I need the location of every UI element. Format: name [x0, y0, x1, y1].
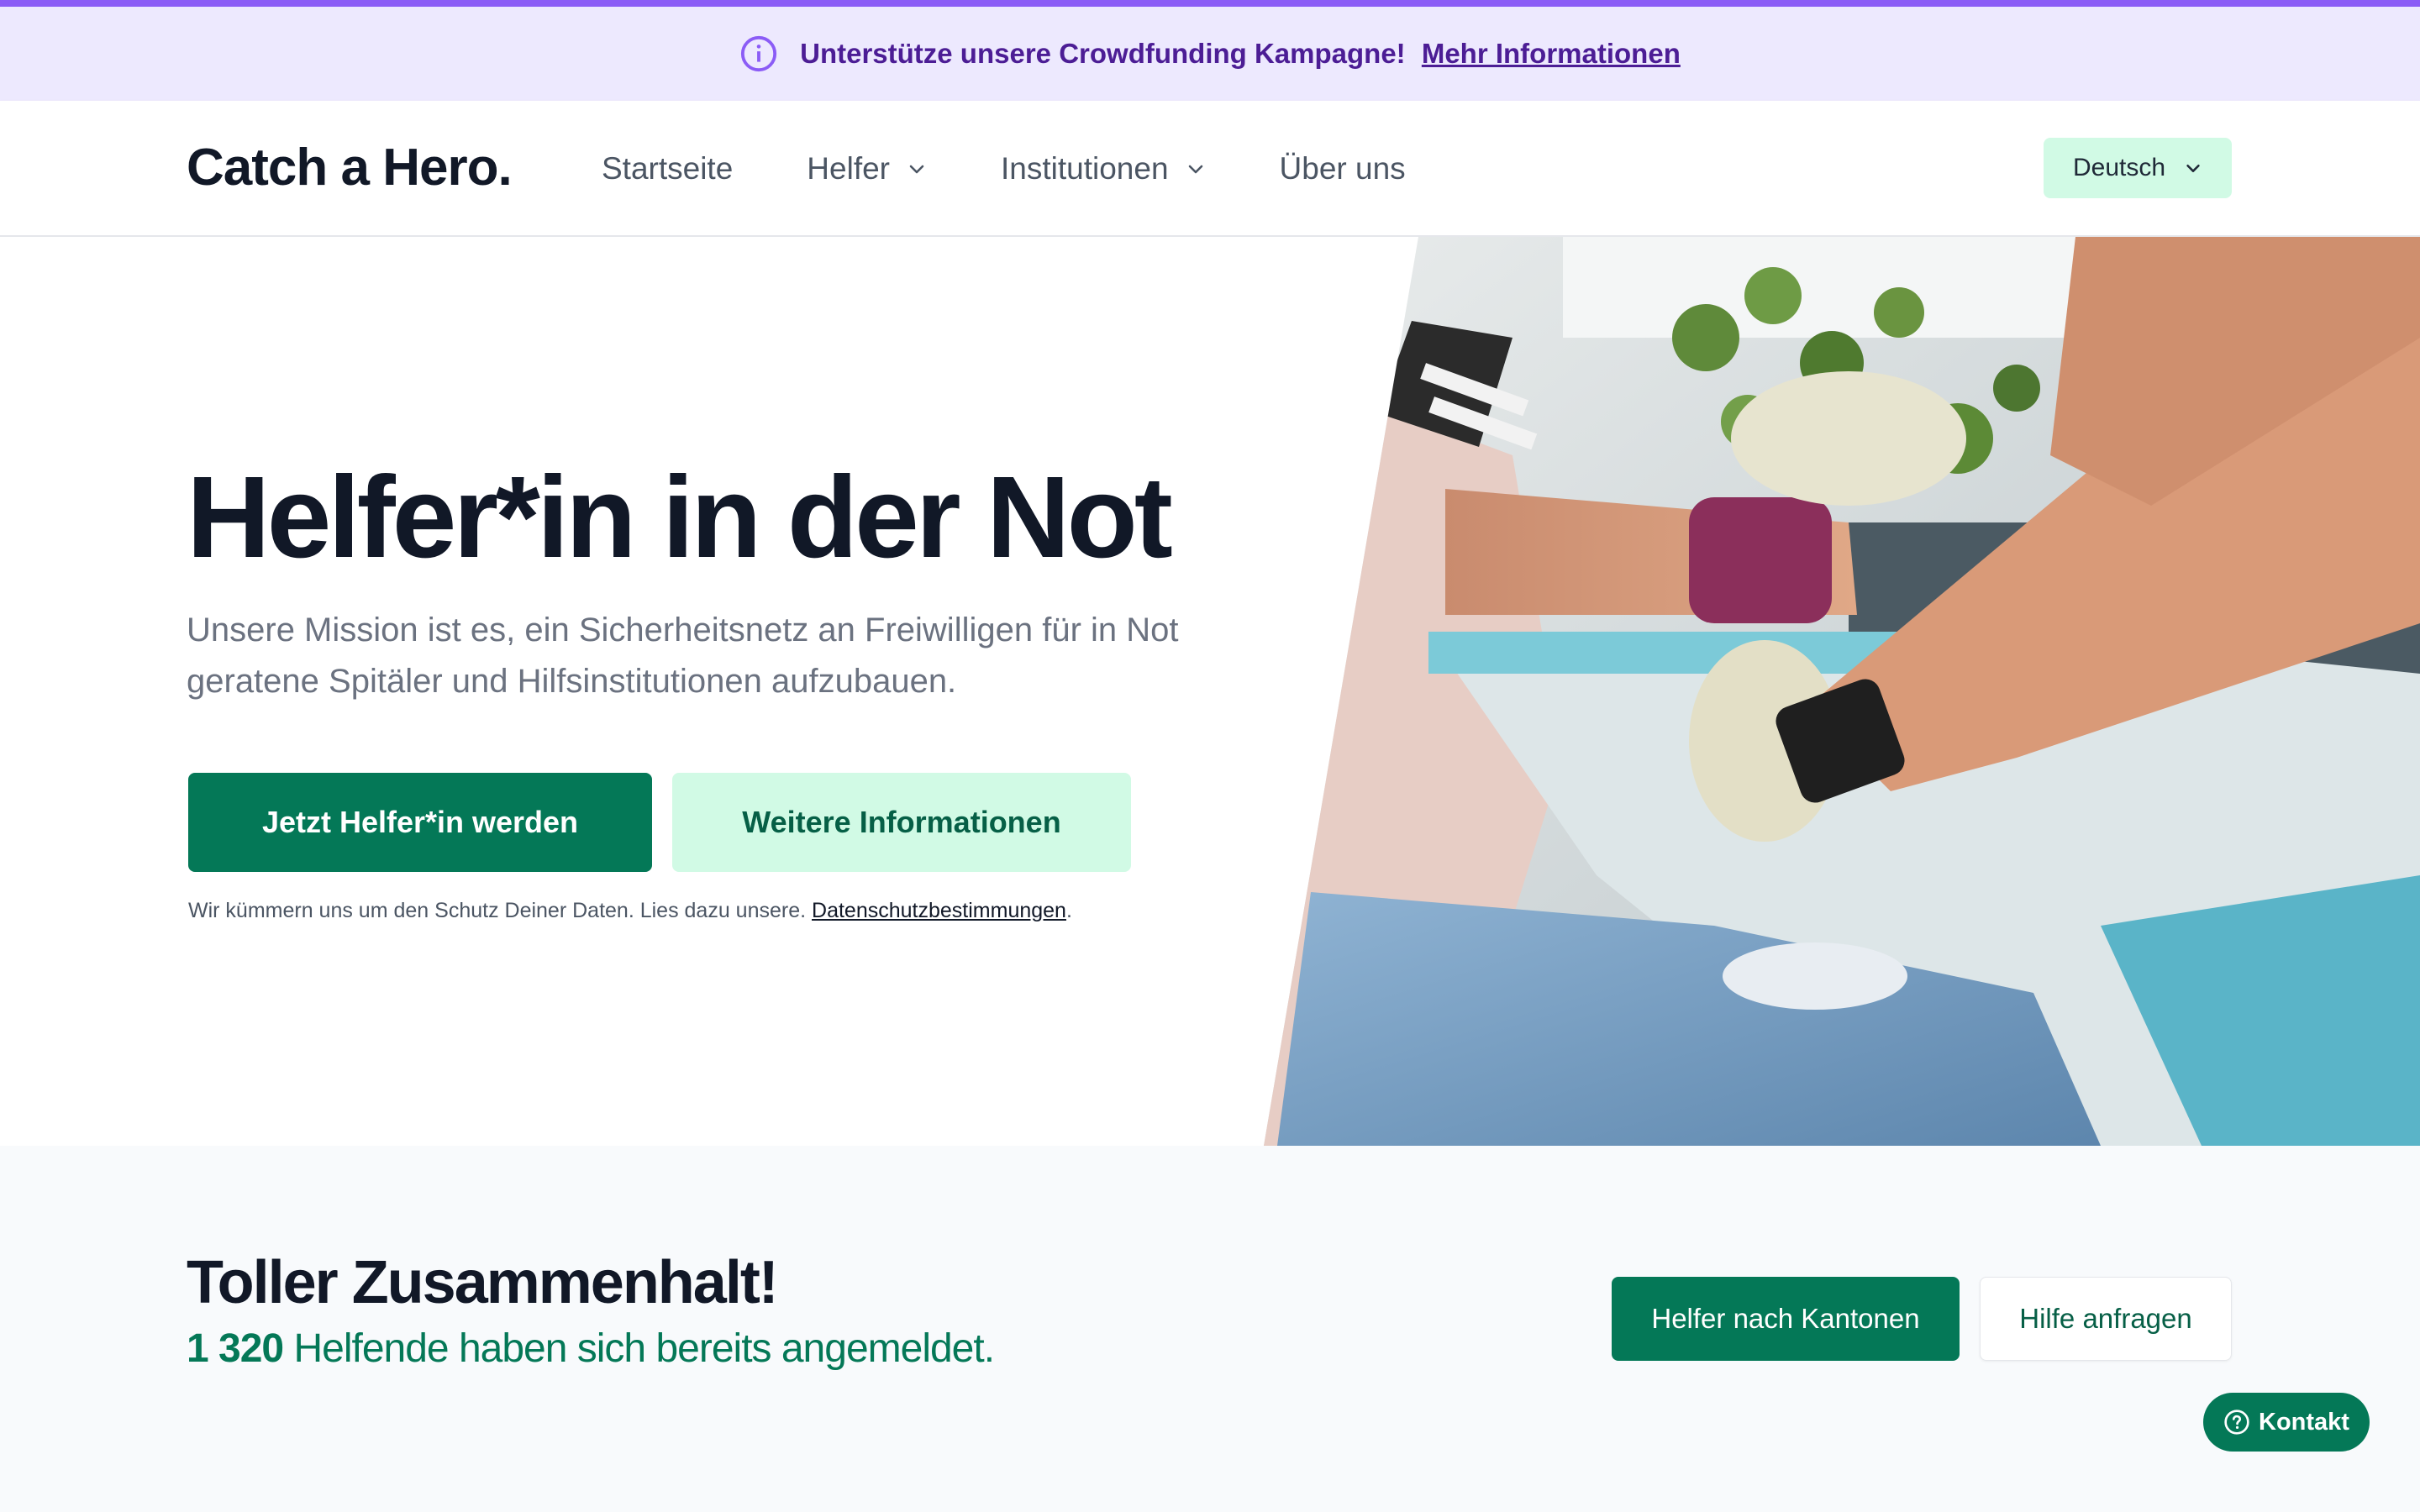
announcement-link[interactable]: Mehr Informationen	[1422, 38, 1681, 69]
hero-subtitle: Unsere Mission ist es, ein Sicherheitsne…	[187, 612, 1179, 700]
main-nav: Startseite Helfer Institutionen Über uns	[602, 101, 1480, 237]
helpers-by-canton-button[interactable]: Helfer nach Kantonen	[1612, 1277, 1960, 1361]
language-label: Deutsch	[2072, 154, 2166, 181]
privacy-note: Wir kümmern uns um den Schutz Deiner Dat…	[188, 899, 1072, 923]
nav-label: Institutionen	[1001, 151, 1169, 186]
stats-section: Toller Zusammenhalt! 1 320 Helfende habe…	[0, 1146, 2420, 1512]
hero-section: Helfer*in in der Not Unsere Mission ist …	[0, 237, 2420, 1146]
nav-item-helfer[interactable]: Helfer	[807, 151, 927, 186]
chevron-down-icon	[2184, 159, 2202, 177]
info-circle-icon	[739, 34, 778, 73]
site-header: Catch a Hero. Startseite Helfer Institut…	[0, 101, 2420, 237]
announcement-text: Unterstütze unsere Crowdfunding Kampagne…	[800, 38, 1406, 69]
chevron-down-icon	[1186, 159, 1206, 179]
privacy-link[interactable]: Datenschutzbestimmungen	[812, 899, 1066, 922]
nav-label: Startseite	[602, 151, 734, 186]
question-circle-icon	[2223, 1409, 2250, 1436]
become-helper-button[interactable]: Jetzt Helfer*in werden	[188, 773, 652, 872]
announcement-message: Unterstütze unsere Crowdfunding Kampagne…	[800, 38, 1681, 70]
privacy-suffix: .	[1065, 899, 1072, 922]
stats-count-line: 1 320 Helfende haben sich bereits angeme…	[187, 1326, 995, 1372]
language-select[interactable]: Deutsch	[2044, 138, 2232, 198]
nav-label: Über uns	[1279, 151, 1406, 186]
hero-title: Helfer*in in der Not	[187, 453, 1173, 582]
logo[interactable]: Catch a Hero.	[187, 138, 513, 197]
request-help-button[interactable]: Hilfe anfragen	[1980, 1277, 2232, 1361]
nav-item-startseite[interactable]: Startseite	[602, 151, 733, 186]
more-info-button[interactable]: Weitere Informationen	[672, 773, 1131, 872]
announcement-bar: Unterstütze unsere Crowdfunding Kampagne…	[0, 0, 2420, 101]
chevron-down-icon	[907, 159, 927, 179]
helper-count: 1 320	[187, 1326, 284, 1371]
nav-item-institutionen[interactable]: Institutionen	[1001, 151, 1206, 186]
contact-label: Kontakt	[2259, 1408, 2349, 1436]
contact-button[interactable]: Kontakt	[2203, 1393, 2370, 1452]
stats-title: Toller Zusammenhalt!	[187, 1249, 779, 1316]
helper-count-text: Helfende haben sich bereits angemeldet.	[293, 1326, 995, 1371]
nav-item-ueber-uns[interactable]: Über uns	[1280, 151, 1406, 186]
nav-label: Helfer	[807, 151, 890, 186]
privacy-text: Wir kümmern uns um den Schutz Deiner Dat…	[188, 899, 807, 922]
